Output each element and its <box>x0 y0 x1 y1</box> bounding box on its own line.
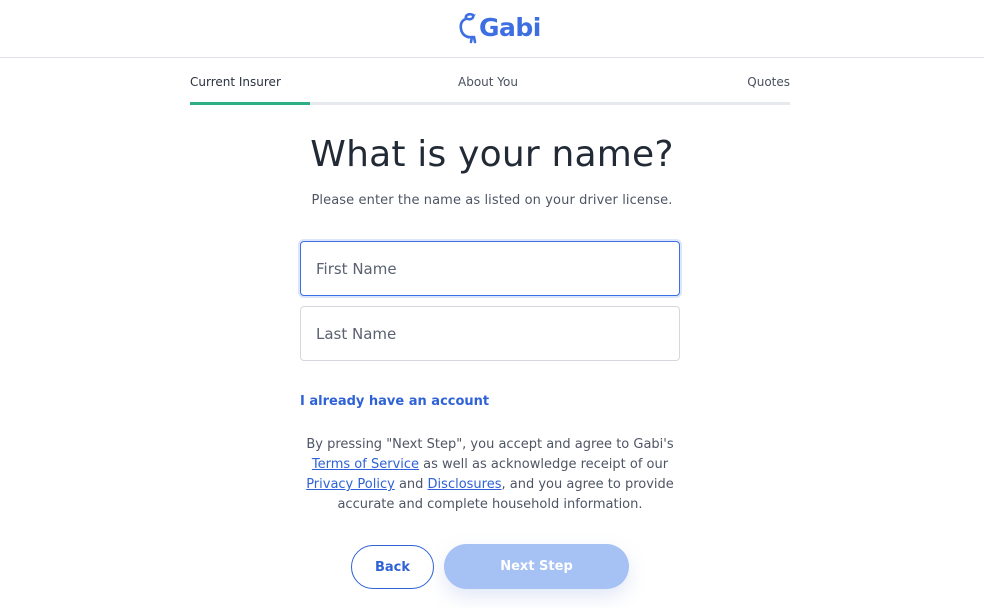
step-progress: Current Insurer About You Quotes <box>190 58 790 105</box>
step-current-insurer: Current Insurer <box>190 75 281 89</box>
first-name-input[interactable] <box>300 241 680 296</box>
brand-name: Gabi <box>479 13 541 42</box>
privacy-policy-link[interactable]: Privacy Policy <box>306 477 395 492</box>
gabi-logo[interactable]: Gabi <box>459 11 541 45</box>
disclosures-link[interactable]: Disclosures <box>428 477 502 492</box>
legal-disclaimer: By pressing "Next Step", you accept and … <box>300 435 680 515</box>
existing-account-link[interactable]: I already have an account <box>300 394 489 409</box>
step-quotes: Quotes <box>747 75 790 89</box>
legal-text-1: By pressing "Next Step", you accept and … <box>306 437 674 452</box>
step-about-you: About You <box>458 75 518 89</box>
legal-text-2: as well as acknowledge receipt of our <box>423 457 669 472</box>
last-name-input[interactable] <box>300 306 680 361</box>
terms-of-service-link[interactable]: Terms of Service <box>312 457 419 472</box>
legal-text-3: and <box>398 477 424 492</box>
back-button[interactable]: Back <box>351 545 434 589</box>
page-subtitle: Please enter the name as listed on your … <box>311 193 673 208</box>
page-title: What is your name? <box>310 134 674 175</box>
next-step-button[interactable]: Next Step <box>444 544 629 589</box>
top-bar: Gabi <box>0 0 984 58</box>
progress-fill <box>190 102 310 105</box>
bird-icon <box>459 12 477 44</box>
